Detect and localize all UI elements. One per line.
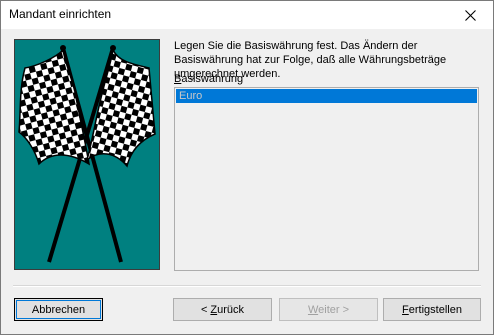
back-label: < Zurück [201, 304, 244, 316]
label-text: asiswährung [181, 73, 244, 85]
separator-line [13, 285, 481, 287]
back-button[interactable]: < Zurück [173, 298, 272, 321]
window-title: Mandant einrichten [9, 7, 112, 21]
close-button[interactable] [447, 1, 493, 29]
finish-accelerator: F [402, 303, 409, 316]
back-prefix: < [200, 303, 211, 316]
finish-button[interactable]: Fertigstellen [383, 298, 481, 321]
list-item[interactable]: Euro [176, 89, 477, 103]
cancel-label: Abbrechen [31, 303, 86, 316]
next-accelerator: W [307, 303, 319, 316]
title-bar[interactable]: Mandant einrichten [1, 1, 493, 29]
wizard-picture [14, 39, 160, 270]
next-button[interactable]: Weiter > [279, 298, 378, 321]
dialog-window: Mandant einrichten Legen Sie die Basiswä… [0, 0, 494, 335]
finish-text: ertigstellen [408, 303, 462, 316]
finish-label: Fertigstellen [402, 304, 462, 316]
next-text: eiter > [318, 303, 350, 316]
checkered-flags-icon [18, 45, 156, 263]
close-icon [464, 9, 476, 21]
cancel-button[interactable]: Abbrechen [14, 298, 103, 321]
back-text: urück [217, 303, 245, 316]
base-currency-label: Basiswährung [174, 73, 243, 85]
next-label: Weiter > [308, 304, 349, 316]
base-currency-listbox[interactable]: Euro [174, 87, 479, 271]
